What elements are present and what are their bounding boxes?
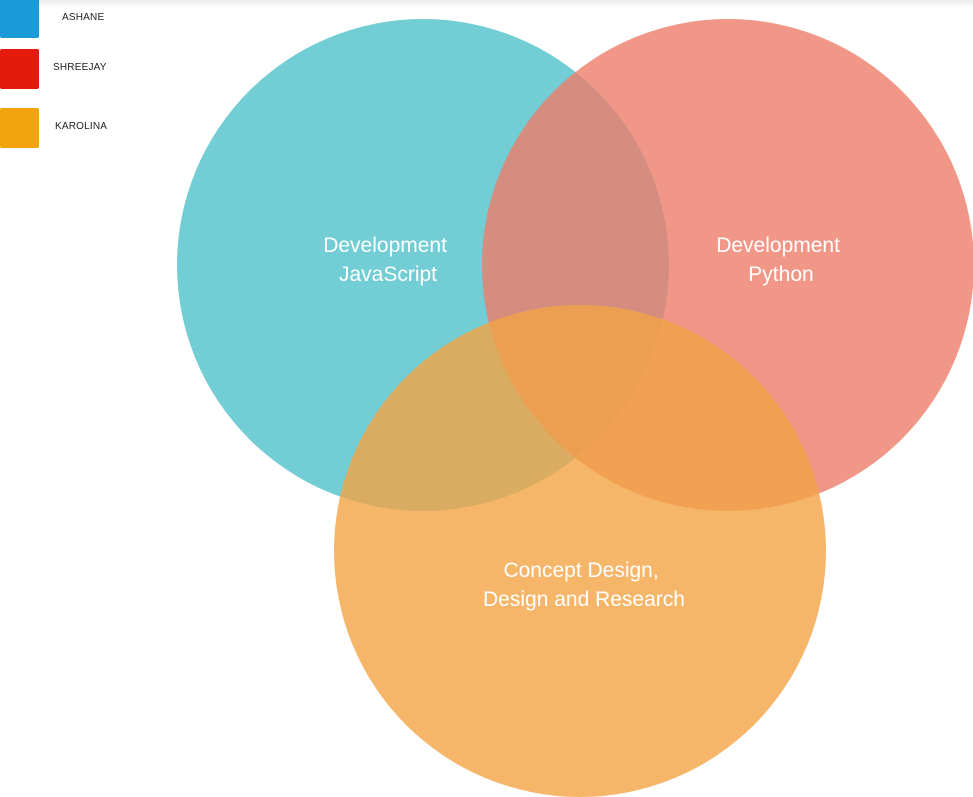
legend: ASHANE SHREEJAY KAROLINA xyxy=(0,0,140,150)
set-label-javascript-line-2: JavaScript xyxy=(339,263,437,286)
legend-label: KAROLINA xyxy=(55,121,108,132)
legend-label: ASHANE xyxy=(62,12,105,23)
legend-item-ashane[interactable]: ASHANE xyxy=(0,0,140,38)
legend-label: SHREEJAY xyxy=(53,62,107,73)
legend-swatch xyxy=(0,0,39,38)
legend-swatch xyxy=(0,49,39,89)
legend-swatch xyxy=(0,108,39,148)
venn-circle-concept-design[interactable] xyxy=(334,305,826,797)
set-label-javascript-line-1: Development xyxy=(323,234,447,257)
set-label-python-line-1: Development xyxy=(716,234,840,257)
legend-item-shreejay[interactable]: SHREEJAY xyxy=(0,49,140,89)
legend-item-karolina[interactable]: KAROLINA xyxy=(0,108,140,148)
venn-diagram: Development JavaScript Development Pytho… xyxy=(177,19,973,797)
set-label-concept-design-line-2: Design and Research xyxy=(483,588,685,611)
set-label-python-line-2: Python xyxy=(748,263,813,286)
venn-diagram-page: Development JavaScript Development Pytho… xyxy=(0,0,973,797)
set-label-concept-design-line-1: Concept Design, xyxy=(503,559,658,582)
